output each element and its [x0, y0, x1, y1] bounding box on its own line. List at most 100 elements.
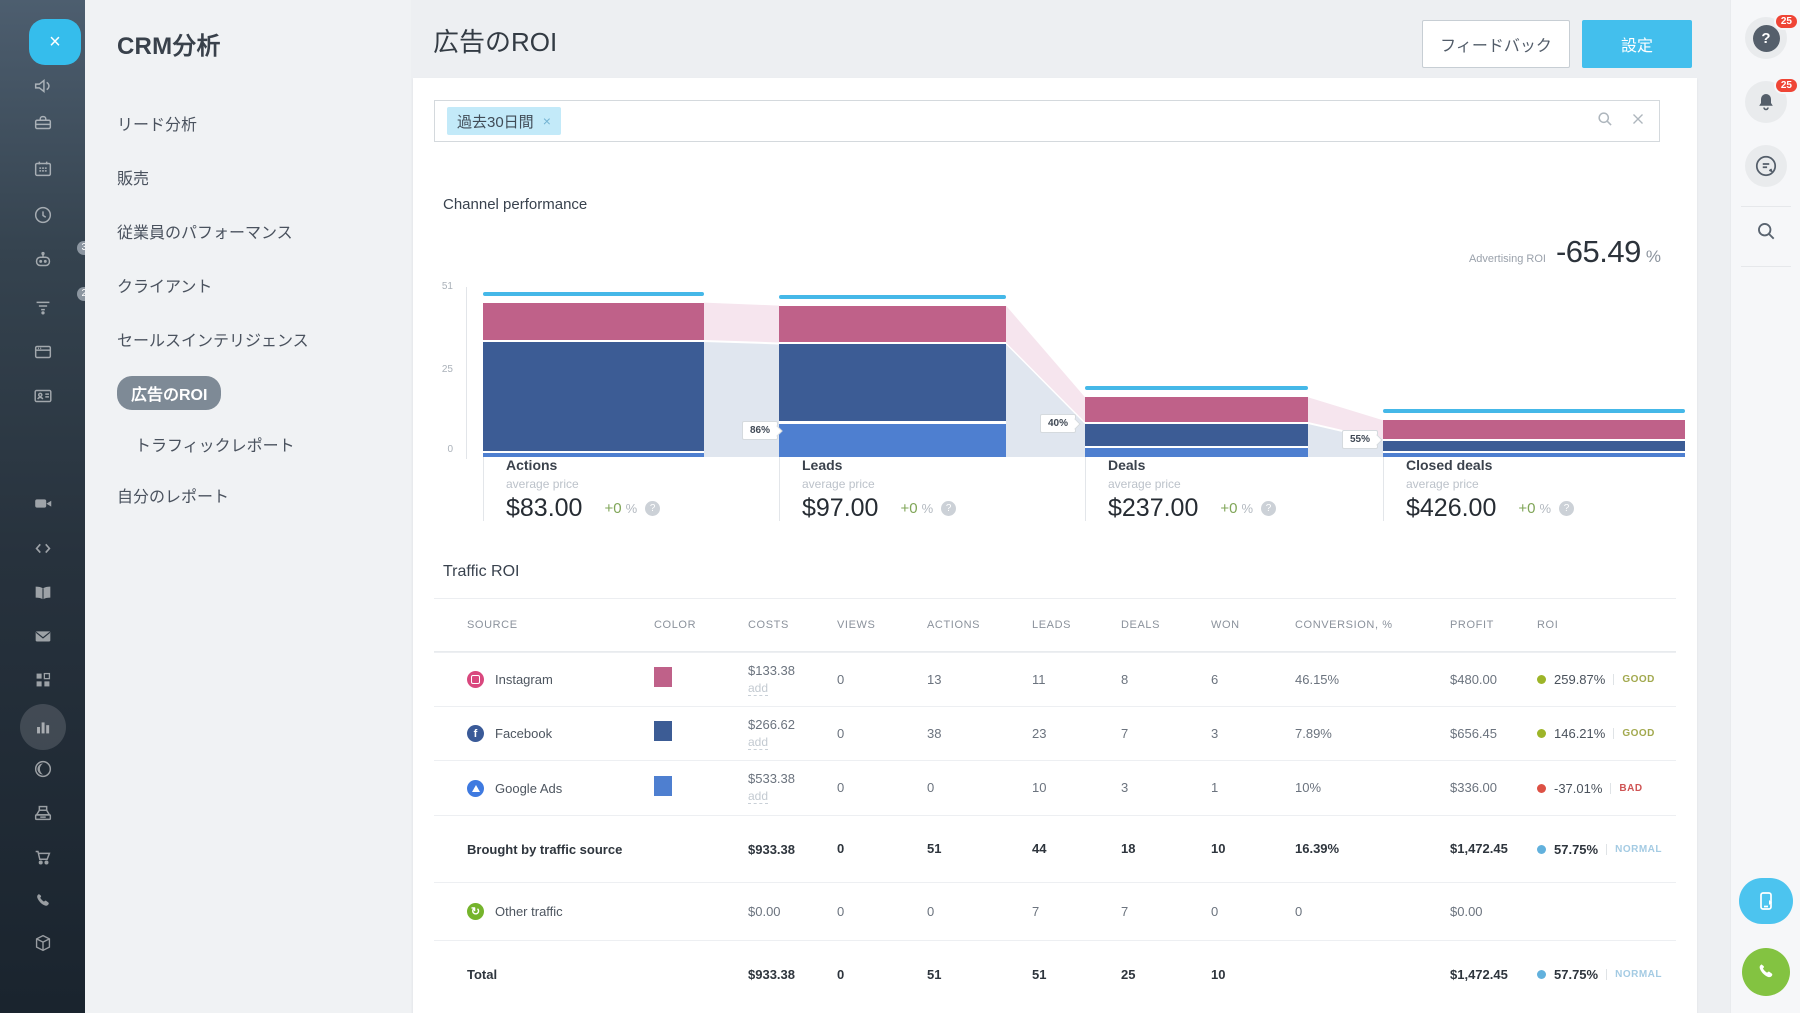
book-icon [31, 581, 55, 605]
rail-item-developer[interactable] [0, 536, 85, 560]
rail-item-contacts[interactable] [0, 384, 85, 408]
nav-item-リード分析[interactable]: リード分析 [117, 96, 411, 150]
cube-icon [31, 931, 55, 955]
profit-cell: $0.00 [1450, 903, 1537, 921]
rail-search-button[interactable] [1753, 218, 1779, 249]
rail-item-calendar[interactable] [0, 157, 85, 181]
rail-item-store[interactable] [0, 845, 85, 869]
feedback-button[interactable]: フィードバック [1422, 20, 1570, 68]
nav-item-セールスインテリジェンス[interactable]: セールスインテリジェンス [117, 312, 411, 366]
table-row[interactable]: Instagram$133.38add013118646.15%$480.002… [434, 652, 1676, 706]
nav-item-広告のROI[interactable]: 広告のROI [117, 366, 411, 420]
deals-cell: 25 [1121, 966, 1211, 984]
filter-tag[interactable]: 過去30日間 × [447, 107, 561, 135]
roi-value: 57.75% [1554, 842, 1598, 857]
roi-divider [1606, 969, 1607, 980]
profit-cell-value: $1,472.45 [1450, 841, 1508, 856]
notifications-badge: 25 [1774, 77, 1799, 94]
filter-clear-icon[interactable] [1629, 110, 1647, 133]
table-header-cell: DEALS [1121, 619, 1211, 631]
color-swatch [654, 776, 672, 796]
roi-divider [1613, 674, 1614, 685]
source-name: Facebook [495, 726, 552, 741]
deals-cell: 7 [1121, 903, 1211, 921]
table-row[interactable]: Total$933.38051512510$1,472.4557.75%NORM… [434, 940, 1676, 1008]
other-icon: ↻ [467, 903, 484, 920]
filter-tag-remove-icon[interactable]: × [543, 113, 551, 129]
nav-item-従業員のパフォーマンス[interactable]: 従業員のパフォーマンス [117, 204, 411, 258]
rail-item-knowledge-base[interactable] [0, 581, 85, 605]
stat-help-icon[interactable]: ? [1559, 501, 1574, 516]
color-swatch [654, 667, 672, 687]
daily-plan-button[interactable] [1745, 145, 1787, 187]
browser-window-icon [31, 340, 55, 364]
source-cell: fFacebook [434, 725, 654, 742]
views-cell-value: 0 [837, 967, 844, 982]
table-header-row: SOURCECOLORCOSTSVIEWSACTIONSLEADSDEALSWO… [434, 599, 1676, 652]
nav-item-クライアント[interactable]: クライアント [117, 258, 411, 312]
advertising-roi-unit: % [1646, 247, 1661, 267]
notifications-button[interactable]: 25 [1745, 81, 1787, 123]
table-row[interactable]: fFacebook$266.62add03823737.89%$656.4514… [434, 706, 1676, 760]
stat-help-icon[interactable]: ? [941, 501, 956, 516]
deals-cell-value: 8 [1121, 672, 1128, 687]
conversion-cell: 0 [1295, 903, 1450, 921]
table-row[interactable]: Google Ads$533.38add00103110%$336.00-37.… [434, 760, 1676, 815]
roi-status-dot [1537, 970, 1546, 979]
rail-item-warehouse[interactable] [0, 931, 85, 955]
filter-bar[interactable]: 過去30日間 × [434, 100, 1660, 142]
won-cell-value: 3 [1211, 726, 1218, 741]
rail-item-time-management[interactable] [0, 757, 85, 781]
nav-item-自分のレポート[interactable]: 自分のレポート [117, 468, 411, 522]
views-cell-value: 0 [837, 780, 844, 795]
shopping-cart-icon [31, 845, 55, 869]
stat-help-icon[interactable]: ? [645, 501, 660, 516]
menu-close-button[interactable]: × [29, 19, 81, 65]
color-cell [654, 776, 748, 801]
won-cell: 1 [1211, 779, 1295, 797]
table-header-cell: LEADS [1032, 619, 1121, 631]
deals-cell-value: 7 [1121, 904, 1128, 919]
rail-item-tasks[interactable] [0, 111, 85, 135]
rail-item-analytics[interactable] [0, 704, 85, 750]
rail-item-feed[interactable] [0, 74, 85, 98]
funnel-stage-marker [1383, 409, 1685, 413]
costs-cell: $533.38add [748, 771, 837, 805]
actions-cell-value: 0 [927, 780, 934, 795]
channel-performance-funnel: 86%40%55% [470, 287, 1685, 463]
leads-cell: 51 [1032, 966, 1121, 984]
rail-item-telephony[interactable] [0, 889, 85, 913]
help-button[interactable]: ? 25 [1745, 17, 1787, 59]
source-name: Total [467, 967, 497, 982]
rail-item-video[interactable] [0, 491, 85, 515]
rail-item-chatbot[interactable]: 3 [0, 248, 85, 272]
table-row[interactable]: ↻Other traffic$0.00007700$0.00 [434, 882, 1676, 940]
funnel-segment-google-ads [483, 453, 704, 457]
add-cost-link[interactable]: add [748, 735, 768, 750]
nav-item-販売[interactable]: 販売 [117, 150, 411, 204]
stat-change: +0 [1518, 500, 1535, 517]
stat-help-icon[interactable]: ? [1261, 501, 1276, 516]
rail-item-time[interactable] [0, 203, 85, 227]
call-button[interactable] [1742, 948, 1790, 996]
table-row[interactable]: Brought by traffic source$933.3805144181… [434, 815, 1676, 882]
source-name: Instagram [495, 672, 553, 687]
roi-cell: 57.75%NORMAL [1537, 967, 1676, 982]
costs-cell: $133.38add [748, 663, 837, 697]
mobile-device-icon [1739, 878, 1793, 924]
add-cost-link[interactable]: add [748, 681, 768, 696]
rail-item-mail[interactable] [0, 624, 85, 648]
rail-item-sites[interactable] [0, 340, 85, 364]
rail-item-crm-funnel[interactable]: 26 [0, 294, 85, 318]
search-icon [1753, 218, 1779, 249]
rail-item-apps[interactable] [0, 668, 85, 692]
stat-block-leads: Leadsaverage price$97.00+0%? [779, 455, 1006, 521]
search-icon[interactable] [1595, 109, 1615, 134]
leads-cell-value: 23 [1032, 726, 1046, 741]
add-cost-link[interactable]: add [748, 789, 768, 804]
settings-button[interactable]: 設定 [1582, 20, 1692, 68]
nav-item-トラフィックレポート[interactable]: トラフィックレポート [135, 420, 411, 468]
rail-item-pos[interactable] [0, 801, 85, 825]
mobile-app-button[interactable] [1739, 878, 1793, 924]
roi-divider [1610, 783, 1611, 794]
